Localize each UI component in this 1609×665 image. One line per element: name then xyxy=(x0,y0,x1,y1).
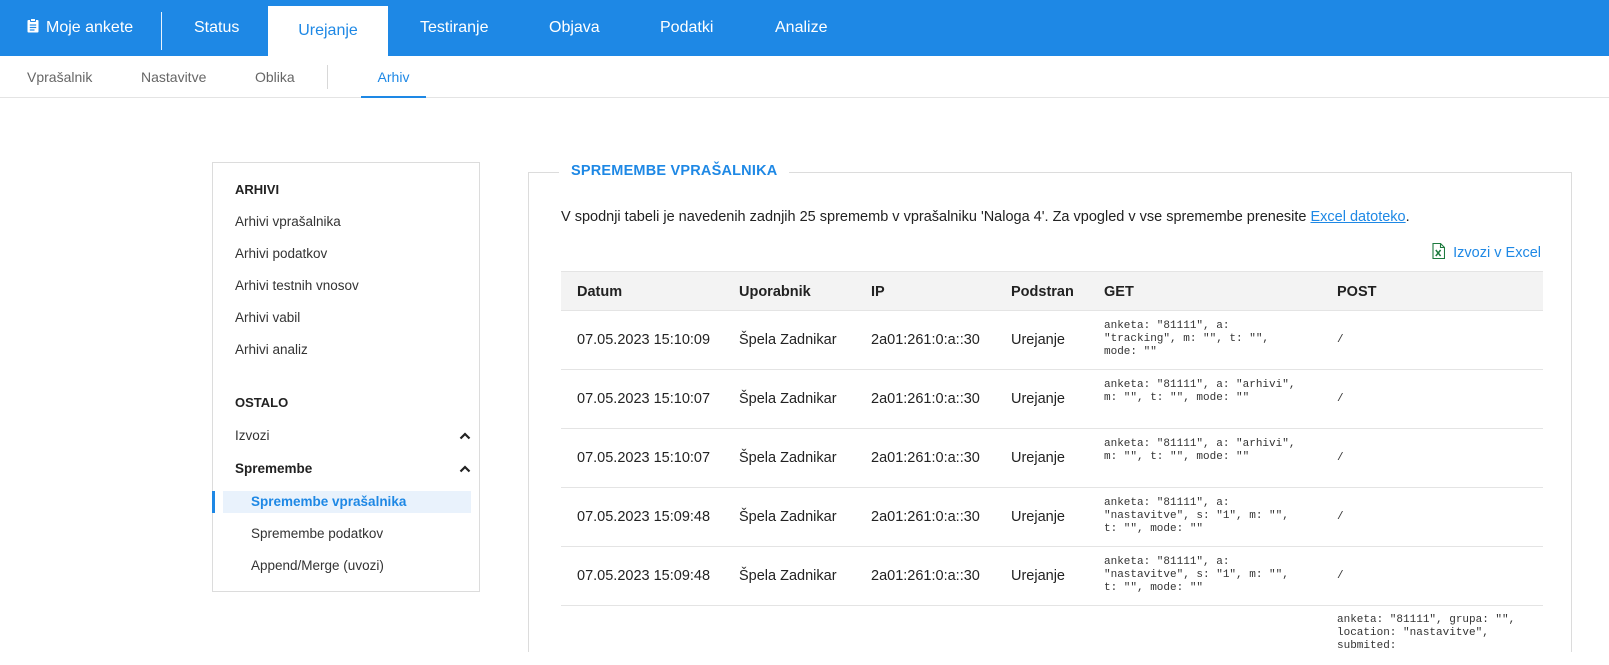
sidebar-item-data-changes[interactable]: Spremembe podatkov xyxy=(251,526,383,541)
cell-post: / xyxy=(1337,452,1344,464)
intro-sentence: V spodnji tabeli je navedenih zadnjih 25… xyxy=(561,209,1311,225)
table-row: 07.05.2023 15:10:07 Špela Zadnikar 2a01:… xyxy=(561,429,1543,488)
excel-file-icon xyxy=(1432,243,1446,260)
cell-subpage: Urejanje xyxy=(1011,332,1065,348)
cell-post: / xyxy=(1337,511,1344,523)
cell-subpage: Urejanje xyxy=(1011,568,1065,584)
subnav-divider xyxy=(327,65,328,89)
cell-get: anketa: "81111", a: "nastavitve", s: "1"… xyxy=(1104,497,1289,535)
sidebar-group-changes[interactable]: Spremembe xyxy=(235,461,471,476)
table-row: 07.05.2023 15:10:09 Špela Zadnikar 2a01:… xyxy=(561,311,1543,370)
table-row: 07.05.2023 15:10:07 Špela Zadnikar 2a01:… xyxy=(561,370,1543,429)
tab-urejanje[interactable]: Urejanje xyxy=(268,6,388,56)
changes-panel: SPREMEMBE VPRAŠALNIKA V spodnji tabeli j… xyxy=(528,163,1572,652)
brand-label: Moje ankete xyxy=(46,19,134,36)
table-row: anketa: "81111", grupa: "", location: "n… xyxy=(561,606,1543,665)
table-row: 07.05.2023 15:09:48 Špela Zadnikar 2a01:… xyxy=(561,547,1543,606)
sidebar-item-questionnaire-archives[interactable]: Arhivi vprašalnika xyxy=(235,214,341,229)
tab-analize[interactable]: Analize xyxy=(775,0,827,56)
chevron-up-icon xyxy=(459,465,471,473)
cell-user: Špela Zadnikar xyxy=(739,450,837,466)
cell-get: anketa: "81111", a: "arhivi", m: "", t: … xyxy=(1104,438,1296,463)
tab-podatki[interactable]: Podatki xyxy=(660,0,713,56)
chevron-up-icon xyxy=(459,432,471,440)
cell-date: 07.05.2023 15:09:48 xyxy=(577,568,711,584)
active-item-indicator xyxy=(212,491,215,513)
excel-file-link[interactable]: Excel datoteko xyxy=(1310,209,1405,225)
cell-ip: 2a01:261:0:a::30 xyxy=(871,509,980,525)
sub-navigation: Vprašalnik Nastavitve Oblika Arhiv xyxy=(0,56,1609,98)
cell-subpage: Urejanje xyxy=(1011,450,1065,466)
cell-get: anketa: "81111", a: "nastavitve", s: "1"… xyxy=(1104,556,1289,594)
column-header-ip[interactable]: IP xyxy=(871,272,885,312)
sidebar-item-test-entries-archives[interactable]: Arhivi testnih vnosov xyxy=(235,278,359,293)
cell-subpage: Urejanje xyxy=(1011,509,1065,525)
cell-get: anketa: "81111", a: "tracking", m: "", t… xyxy=(1104,320,1270,358)
cell-user: Špela Zadnikar xyxy=(739,332,837,348)
column-header-post[interactable]: POST xyxy=(1337,272,1376,312)
cell-post: anketa: "81111", grupa: "", location: "n… xyxy=(1337,614,1516,652)
cell-user: Špela Zadnikar xyxy=(739,391,837,407)
sidebar-group-label: Spremembe xyxy=(235,461,313,476)
sidebar-item-append-merge[interactable]: Append/Merge (uvozi) xyxy=(251,558,384,573)
cell-date: 07.05.2023 15:09:48 xyxy=(577,509,711,525)
cell-user: Špela Zadnikar xyxy=(739,509,837,525)
cell-ip: 2a01:261:0:a::30 xyxy=(871,332,980,348)
cell-post: / xyxy=(1337,570,1344,582)
top-navigation: Moje ankete Status Urejanje Testiranje O… xyxy=(0,0,1609,56)
cell-post: / xyxy=(1337,393,1344,405)
subtab-nastavitve[interactable]: Nastavitve xyxy=(141,56,206,98)
export-excel-label: Izvozi v Excel xyxy=(1453,245,1541,261)
clipboard-icon xyxy=(27,18,39,33)
my-surveys-link[interactable]: Moje ankete xyxy=(27,0,133,56)
sidebar-item-questionnaire-changes[interactable]: Spremembe vprašalnika xyxy=(251,494,406,509)
subtab-vprasalnik[interactable]: Vprašalnik xyxy=(27,56,92,98)
cell-ip: 2a01:261:0:a::30 xyxy=(871,391,980,407)
column-header-subpage[interactable]: Podstran xyxy=(1011,272,1074,312)
table-header: Datum Uporabnik IP Podstran GET POST xyxy=(561,271,1543,311)
subtab-oblika[interactable]: Oblika xyxy=(255,56,295,98)
tab-testiranje[interactable]: Testiranje xyxy=(420,0,488,56)
cell-date: 07.05.2023 15:10:09 xyxy=(577,332,711,348)
cell-ip: 2a01:261:0:a::30 xyxy=(871,568,980,584)
sidebar-item-analysis-archives[interactable]: Arhivi analiz xyxy=(235,342,308,357)
sidebar-group-label: Izvozi xyxy=(235,428,270,443)
cell-get xyxy=(1104,606,1304,665)
cell-post: / xyxy=(1337,334,1344,346)
archive-sidebar: ARHIVI Arhivi vprašalnika Arhivi podatko… xyxy=(212,162,480,592)
panel-title: SPREMEMBE VPRAŠALNIKA xyxy=(559,163,790,179)
changes-table: Datum Uporabnik IP Podstran GET POST 07.… xyxy=(561,271,1543,665)
sidebar-item-invitations-archives[interactable]: Arhivi vabil xyxy=(235,310,300,325)
sidebar-item-data-archives[interactable]: Arhivi podatkov xyxy=(235,246,327,261)
nav-divider xyxy=(161,12,162,50)
other-heading: OSTALO xyxy=(235,395,289,410)
tab-status[interactable]: Status xyxy=(194,0,239,56)
column-header-user[interactable]: Uporabnik xyxy=(739,272,811,312)
subtab-arhiv[interactable]: Arhiv xyxy=(361,56,426,98)
intro-end: . xyxy=(1405,209,1410,225)
cell-date: 07.05.2023 15:10:07 xyxy=(577,391,711,407)
sidebar-group-exports[interactable]: Izvozi xyxy=(235,428,471,443)
table-row: 07.05.2023 15:09:48 Špela Zadnikar 2a01:… xyxy=(561,488,1543,547)
tab-objava[interactable]: Objava xyxy=(549,0,600,56)
cell-get: anketa: "81111", a: "arhivi", m: "", t: … xyxy=(1104,379,1296,404)
column-header-date[interactable]: Datum xyxy=(577,272,622,312)
column-header-get[interactable]: GET xyxy=(1104,272,1134,312)
cell-ip: 2a01:261:0:a::30 xyxy=(871,450,980,466)
cell-user: Špela Zadnikar xyxy=(739,568,837,584)
cell-subpage: Urejanje xyxy=(1011,391,1065,407)
cell-date: 07.05.2023 15:10:07 xyxy=(577,450,711,466)
export-excel-button[interactable]: Izvozi v Excel xyxy=(1432,243,1541,261)
archives-heading: ARHIVI xyxy=(235,182,280,197)
intro-text: V spodnji tabeli je navedenih zadnjih 25… xyxy=(561,209,1410,225)
